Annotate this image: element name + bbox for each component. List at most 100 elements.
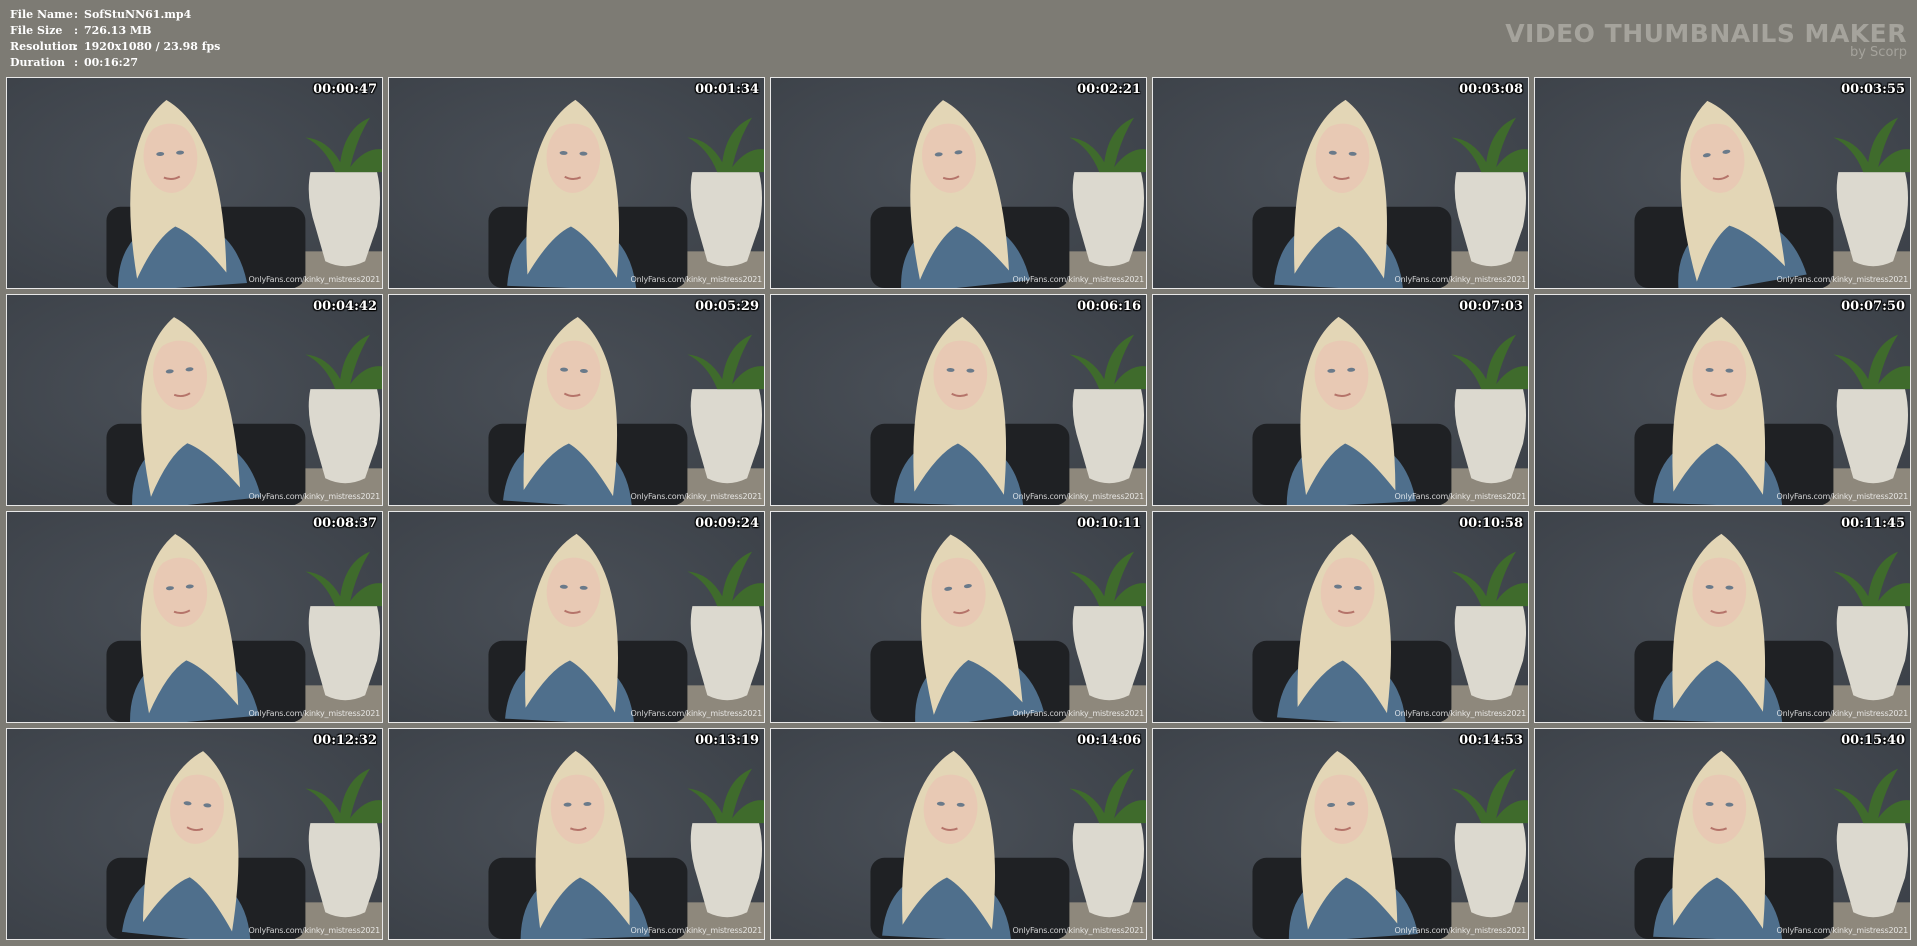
thumbnail-watermark: OnlyFans.com/kinky_mistress2021: [248, 275, 380, 284]
thumbnail-watermark: OnlyFans.com/kinky_mistress2021: [1776, 709, 1908, 718]
thumbnail-watermark: OnlyFans.com/kinky_mistress2021: [1012, 492, 1144, 501]
video-frame-image: [1535, 78, 1910, 288]
thumbnail-watermark: OnlyFans.com/kinky_mistress2021: [1012, 709, 1144, 718]
thumbnail-timestamp: 00:04:42: [313, 299, 377, 314]
resolution-value: 1920x1080 / 23.98 fps: [84, 40, 221, 53]
thumbnail-watermark: OnlyFans.com/kinky_mistress2021: [1776, 492, 1908, 501]
video-frame-image: [7, 295, 382, 505]
thumbnail-frame[interactable]: 00:14:06 OnlyFans.com/kinky_mistress2021: [770, 728, 1147, 940]
video-frame-image: [1153, 729, 1528, 939]
thumbnail-timestamp: 00:12:32: [313, 733, 377, 748]
thumbnail-frame[interactable]: 00:07:50 OnlyFans.com/kinky_mistress2021: [1534, 294, 1911, 506]
video-frame-image: [1153, 295, 1528, 505]
duration-row: Duration : 00:16:27: [10, 55, 220, 71]
thumbnail-frame[interactable]: 00:12:32 OnlyFans.com/kinky_mistress2021: [6, 728, 383, 940]
video-frame-image: [771, 729, 1146, 939]
video-frame-image: [7, 78, 382, 288]
thumbnail-watermark: OnlyFans.com/kinky_mistress2021: [630, 275, 762, 284]
resolution-label: Resolution: [10, 40, 77, 53]
thumbnail-frame[interactable]: 00:08:37 OnlyFans.com/kinky_mistress2021: [6, 511, 383, 723]
file-info-panel: File Name : SofStuNN61.mp4 File Size : 7…: [10, 7, 220, 71]
file-size-label: File Size: [10, 24, 63, 37]
thumbnail-watermark: OnlyFans.com/kinky_mistress2021: [1394, 926, 1526, 935]
thumbnail-watermark: OnlyFans.com/kinky_mistress2021: [630, 492, 762, 501]
thumbnail-frame[interactable]: 00:13:19 OnlyFans.com/kinky_mistress2021: [388, 728, 765, 940]
thumbnail-watermark: OnlyFans.com/kinky_mistress2021: [1394, 492, 1526, 501]
thumbnail-frame[interactable]: 00:00:47 OnlyFans.com/kinky_mistress2021: [6, 77, 383, 289]
thumbnail-frame[interactable]: 00:04:42 OnlyFans.com/kinky_mistress2021: [6, 294, 383, 506]
separator: :: [74, 8, 79, 21]
duration-label: Duration: [10, 56, 66, 69]
thumbnail-timestamp: 00:11:45: [1841, 516, 1905, 531]
thumbnail-watermark: OnlyFans.com/kinky_mistress2021: [630, 926, 762, 935]
video-frame-image: [771, 512, 1146, 722]
thumbnail-frame[interactable]: 00:05:29 OnlyFans.com/kinky_mistress2021: [388, 294, 765, 506]
file-size-value: 726.13 MB: [84, 24, 152, 37]
thumbnail-timestamp: 00:05:29: [695, 299, 759, 314]
thumbnail-frame[interactable]: 00:10:11 OnlyFans.com/kinky_mistress2021: [770, 511, 1147, 723]
thumbnail-frame[interactable]: 00:09:24 OnlyFans.com/kinky_mistress2021: [388, 511, 765, 723]
video-frame-image: [1153, 78, 1528, 288]
video-frame-image: [7, 729, 382, 939]
video-frame-image: [771, 295, 1146, 505]
thumbnail-timestamp: 00:01:34: [695, 82, 759, 97]
thumbnail-timestamp: 00:07:03: [1459, 299, 1523, 314]
video-frame-image: [389, 78, 764, 288]
thumbnail-timestamp: 00:10:58: [1459, 516, 1523, 531]
brand-title: VIDEO THUMBNAILS MAKER: [1505, 19, 1907, 48]
video-frame-image: [1535, 729, 1910, 939]
file-name-row: File Name : SofStuNN61.mp4: [10, 7, 220, 23]
duration-value: 00:16:27: [84, 56, 139, 69]
thumbnail-watermark: OnlyFans.com/kinky_mistress2021: [248, 926, 380, 935]
thumbnail-timestamp: 00:14:06: [1077, 733, 1141, 748]
video-frame-image: [1153, 512, 1528, 722]
thumbnail-timestamp: 00:03:55: [1841, 82, 1905, 97]
separator: :: [74, 40, 79, 53]
thumbnail-frame[interactable]: 00:02:21 OnlyFans.com/kinky_mistress2021: [770, 77, 1147, 289]
video-frame-image: [7, 512, 382, 722]
thumbnail-watermark: OnlyFans.com/kinky_mistress2021: [248, 709, 380, 718]
resolution-row: Resolution : 1920x1080 / 23.98 fps: [10, 39, 220, 55]
thumbnail-frame[interactable]: 00:14:53 OnlyFans.com/kinky_mistress2021: [1152, 728, 1529, 940]
thumbnail-watermark: OnlyFans.com/kinky_mistress2021: [248, 492, 380, 501]
video-frame-image: [1535, 512, 1910, 722]
thumbnail-watermark: OnlyFans.com/kinky_mistress2021: [1394, 275, 1526, 284]
thumbnail-frame[interactable]: 00:10:58 OnlyFans.com/kinky_mistress2021: [1152, 511, 1529, 723]
thumbnail-watermark: OnlyFans.com/kinky_mistress2021: [1012, 275, 1144, 284]
video-frame-image: [389, 295, 764, 505]
thumbnail-timestamp: 00:06:16: [1077, 299, 1141, 314]
separator: :: [74, 24, 79, 37]
video-frame-image: [389, 512, 764, 722]
video-frame-image: [389, 729, 764, 939]
video-frame-image: [1535, 295, 1910, 505]
thumbnail-timestamp: 00:13:19: [695, 733, 759, 748]
thumbnail-timestamp: 00:08:37: [313, 516, 377, 531]
thumbnail-watermark: OnlyFans.com/kinky_mistress2021: [1012, 926, 1144, 935]
thumbnail-timestamp: 00:14:53: [1459, 733, 1523, 748]
thumbnail-frame[interactable]: 00:15:40 OnlyFans.com/kinky_mistress2021: [1534, 728, 1911, 940]
thumbnail-frame[interactable]: 00:07:03 OnlyFans.com/kinky_mistress2021: [1152, 294, 1529, 506]
thumbnail-timestamp: 00:15:40: [1841, 733, 1905, 748]
thumbnail-watermark: OnlyFans.com/kinky_mistress2021: [630, 709, 762, 718]
thumbnail-frame[interactable]: 00:06:16 OnlyFans.com/kinky_mistress2021: [770, 294, 1147, 506]
thumbnail-timestamp: 00:00:47: [313, 82, 377, 97]
brand-logo: VIDEO THUMBNAILS MAKER by Scorp: [1505, 20, 1907, 60]
thumbnail-frame[interactable]: 00:03:55 OnlyFans.com/kinky_mistress2021: [1534, 77, 1911, 289]
thumbnail-timestamp: 00:03:08: [1459, 82, 1523, 97]
thumbnail-watermark: OnlyFans.com/kinky_mistress2021: [1776, 275, 1908, 284]
separator: :: [74, 56, 79, 69]
thumbnail-frame[interactable]: 00:03:08 OnlyFans.com/kinky_mistress2021: [1152, 77, 1529, 289]
file-name-label: File Name: [10, 8, 73, 21]
thumbnail-timestamp: 00:09:24: [695, 516, 759, 531]
brand-subtitle: by Scorp: [1849, 45, 1907, 60]
file-size-row: File Size : 726.13 MB: [10, 23, 220, 39]
video-frame-image: [771, 78, 1146, 288]
thumbnail-timestamp: 00:02:21: [1077, 82, 1141, 97]
thumbnail-timestamp: 00:07:50: [1841, 299, 1905, 314]
thumbnail-frame[interactable]: 00:11:45 OnlyFans.com/kinky_mistress2021: [1534, 511, 1911, 723]
thumbnail-frame[interactable]: 00:01:34 OnlyFans.com/kinky_mistress2021: [388, 77, 765, 289]
thumbnail-watermark: OnlyFans.com/kinky_mistress2021: [1394, 709, 1526, 718]
thumbnail-grid: 00:00:47 OnlyFans.com/kinky_mistress2021 0…: [6, 77, 1911, 940]
file-name-value: SofStuNN61.mp4: [84, 8, 192, 21]
thumbnail-watermark: OnlyFans.com/kinky_mistress2021: [1776, 926, 1908, 935]
